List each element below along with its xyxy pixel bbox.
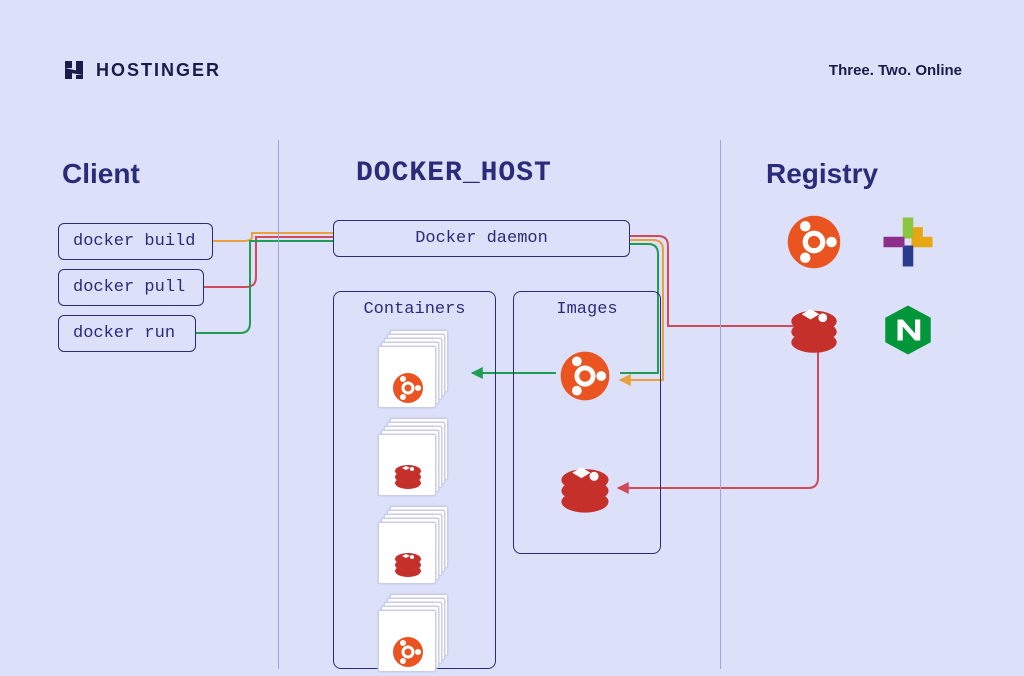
heading-registry: Registry <box>766 158 878 190</box>
header: HOSTINGER Three. Two. Online <box>62 58 962 82</box>
images-label: Images <box>514 292 660 319</box>
container-redis-1 <box>378 418 450 500</box>
container-ubuntu-2 <box>378 594 450 676</box>
image-ubuntu-icon <box>559 350 611 402</box>
divider-left <box>278 140 279 669</box>
container-ubuntu-1 <box>378 330 450 412</box>
brand: HOSTINGER <box>62 58 221 82</box>
heading-client: Client <box>62 158 140 190</box>
redis-icon <box>392 548 424 580</box>
registry-ubuntu-icon <box>786 214 842 270</box>
image-redis-icon <box>556 460 614 518</box>
docker-daemon-box: Docker daemon <box>333 220 630 257</box>
redis-icon <box>392 460 424 492</box>
divider-right <box>720 140 721 669</box>
heading-host: DOCKER_HOST <box>356 158 552 189</box>
cmd-docker-run: docker run <box>58 315 196 352</box>
ubuntu-icon <box>392 372 424 404</box>
tagline: Three. Two. Online <box>829 62 962 79</box>
hostinger-logo-icon <box>62 58 86 82</box>
registry-redis-icon <box>786 302 842 358</box>
registry-nginx-icon <box>880 302 936 358</box>
ubuntu-icon <box>392 636 424 668</box>
container-redis-2 <box>378 506 450 588</box>
containers-label: Containers <box>334 292 495 319</box>
brand-name: HOSTINGER <box>96 60 221 81</box>
registry-centos-icon <box>880 214 936 270</box>
cmd-docker-pull: docker pull <box>58 269 204 306</box>
registry-grid <box>786 214 936 358</box>
cmd-docker-build: docker build <box>58 223 213 260</box>
